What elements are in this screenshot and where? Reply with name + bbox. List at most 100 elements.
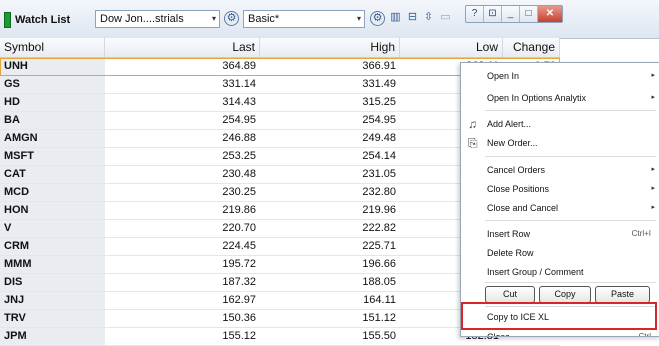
menu-item-label: Insert Group / Comment (487, 267, 584, 277)
column-header-high[interactable]: High (260, 38, 400, 57)
cell-symbol: AMGN (0, 130, 105, 147)
cell-last: 230.25 (222, 186, 256, 198)
submenu-arrow-icon: ▸ (651, 72, 655, 79)
menu-item-close-and-cancel[interactable]: Close and Cancel ▸ (461, 199, 659, 217)
menu-separator (485, 156, 656, 157)
cell-last: 314.43 (222, 96, 256, 108)
menu-item-label: Delete Row (487, 248, 534, 258)
menu-item-insert-group[interactable]: Insert Group / Comment (461, 263, 659, 281)
cell-high: 249.48 (362, 132, 396, 144)
list-selector-combo[interactable]: Dow Jon....strials ▾ (95, 10, 220, 28)
column-header-symbol[interactable]: Symbol (0, 38, 105, 57)
cell-high: 164.11 (363, 294, 396, 306)
submenu-arrow-icon: ▸ (651, 204, 655, 211)
watchlist-tab[interactable]: Watch List (4, 10, 70, 30)
cell-last: 155.12 (222, 330, 256, 342)
layout-selector-value: Basic* (248, 13, 280, 25)
cell-symbol: MMM (0, 256, 105, 273)
cut-button[interactable]: Cut (485, 286, 535, 303)
cell-last: 195.72 (222, 258, 256, 270)
cell-last: 219.86 (222, 204, 256, 216)
submenu-arrow-icon: ▸ (651, 185, 655, 192)
window-controls: ? ⊡ _ □ ✕ (465, 5, 563, 23)
chevron-down-icon: ▾ (356, 14, 361, 23)
menu-item-add-alert[interactable]: ♫ Add Alert... (461, 115, 659, 133)
cell-symbol: MCD (0, 184, 105, 201)
cell-symbol: CRM (0, 238, 105, 255)
chevron-down-icon: ▾ (211, 14, 216, 23)
cell-symbol: BA (0, 112, 105, 129)
column-header-last[interactable]: Last (105, 38, 260, 57)
menu-item-label: Open In (487, 71, 520, 81)
paste-button[interactable]: Paste (595, 286, 650, 303)
link-icon[interactable]: ▭ (438, 11, 453, 26)
menu-item-label: Insert Row (487, 229, 531, 239)
menu-item-label: Open In Options Analytix (487, 93, 587, 103)
maximize-button[interactable]: □ (520, 6, 538, 22)
menu-item-close-positions[interactable]: Close Positions ▸ (461, 180, 659, 198)
layout-selector-combo[interactable]: Basic* ▾ (243, 10, 365, 28)
menu-item-label: Close and Cancel (487, 203, 559, 213)
watchlist-color-marker (4, 12, 11, 28)
alert-bell-icon: ♫ (468, 117, 477, 131)
cell-last: 230.48 (222, 168, 256, 180)
column-header-change[interactable]: Change (503, 38, 560, 57)
copy-button[interactable]: Copy (539, 286, 591, 303)
cell-symbol: TRV (0, 310, 105, 327)
cell-high: 196.66 (362, 258, 396, 270)
cell-last: 150.36 (222, 312, 256, 324)
cell-symbol: MSFT (0, 148, 105, 165)
submenu-arrow-icon: ▸ (651, 94, 655, 101)
lock-icon[interactable]: ⊟ (405, 11, 420, 26)
menu-item-label: Add Alert... (487, 119, 532, 129)
cell-high: 225.71 (362, 240, 396, 252)
cell-symbol: DIS (0, 274, 105, 291)
menu-separator (485, 110, 656, 111)
cell-symbol: V (0, 220, 105, 237)
cell-high: 232.80 (362, 186, 396, 198)
column-header-low[interactable]: Low (400, 38, 503, 57)
submenu-arrow-icon: ▸ (651, 166, 655, 173)
restore-button[interactable]: ⊡ (484, 6, 502, 22)
cell-high: 155.50 (362, 330, 396, 342)
sort-arrows-icon[interactable]: ⇳ (421, 11, 436, 26)
cell-last: 246.88 (222, 132, 256, 144)
cell-high: 188.05 (362, 276, 396, 288)
clipboard-buttons: Cut Copy Paste (485, 286, 650, 303)
grid-header: Symbol Last High Low Change (0, 38, 560, 58)
close-button[interactable]: ✕ (538, 6, 562, 22)
cell-last: 254.95 (222, 114, 256, 126)
menu-item-open-in[interactable]: Open In ▸ (461, 67, 659, 85)
list-selector-value: Dow Jon....strials (100, 13, 184, 25)
cell-last: 253.25 (222, 150, 256, 162)
menu-item-insert-row[interactable]: Insert Row Ctrl+I (461, 225, 659, 243)
menu-separator (485, 220, 656, 221)
layout-settings-gear-icon[interactable]: ⚙ (370, 11, 385, 26)
cell-last: 331.14 (222, 78, 256, 90)
menu-item-new-order[interactable]: ⎘ New Order... (461, 134, 659, 152)
highlight-box (461, 302, 657, 330)
cell-high: 254.14 (362, 150, 396, 162)
menu-item-cancel-orders[interactable]: Cancel Orders ▸ (461, 161, 659, 179)
watchlist-toolbar: Watch List Dow Jon....strials ▾ ⚙ Basic*… (0, 0, 659, 39)
cell-symbol: HON (0, 202, 105, 219)
cell-high: 331.49 (362, 78, 396, 90)
columns-icon[interactable]: ▥ (388, 11, 403, 26)
minimize-button[interactable]: _ (502, 6, 520, 22)
menu-item-open-options-analytix[interactable]: Open In Options Analytix ▸ (461, 89, 659, 107)
new-order-icon: ⎘ (468, 136, 478, 150)
cell-last: 224.45 (222, 240, 256, 252)
cell-symbol: JNJ (0, 292, 105, 309)
list-settings-gear-icon[interactable]: ⚙ (224, 11, 239, 26)
context-menu: Open In ▸ Open In Options Analytix ▸ ♫ A… (460, 62, 659, 337)
help-button[interactable]: ? (466, 6, 484, 22)
cell-last: 162.97 (222, 294, 256, 306)
menu-item-label: Close Positions (487, 184, 550, 194)
cell-high: 231.05 (362, 168, 396, 180)
menu-item-delete-row[interactable]: Delete Row (461, 244, 659, 262)
cell-symbol: CAT (0, 166, 105, 183)
cell-last: 187.32 (222, 276, 256, 288)
menu-separator (485, 282, 656, 283)
cell-high: 151.12 (362, 312, 396, 324)
cell-high: 222.82 (362, 222, 396, 234)
